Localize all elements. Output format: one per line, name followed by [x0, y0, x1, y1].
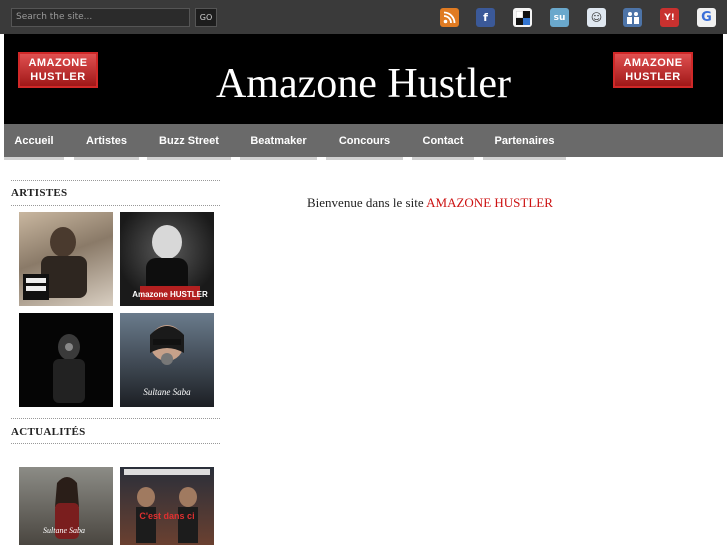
- nav-item-buzz-street[interactable]: Buzz Street: [147, 124, 231, 160]
- site-logo-right: AMAZONE HUSTLER: [613, 52, 693, 88]
- actualites-heading: ACTUALITÉS: [11, 426, 86, 438]
- site-header: AMAZONE HUSTLER Amazone Hustler AMAZONE HU…: [4, 34, 723, 124]
- nav-item-partenaires[interactable]: Partenaires: [483, 124, 566, 160]
- nav-item-concours[interactable]: Concours: [326, 124, 403, 160]
- artist-thumbnail[interactable]: Sultane Saba: [120, 313, 214, 407]
- divider: [11, 418, 220, 419]
- top-bar: Search the site... GO f su ☺ Y! G: [0, 0, 727, 34]
- thumbnail-logo-text: Amazone HUSTLER: [132, 290, 208, 299]
- welcome-message: Bienvenue dans le site AMAZONE HUSTLER: [307, 195, 553, 210]
- thumbnail-caption-text: Sultane Saba: [43, 526, 85, 535]
- nav-item-contact[interactable]: Contact: [412, 124, 474, 160]
- search-go-button[interactable]: GO: [195, 8, 217, 27]
- yahoo-icon[interactable]: Y!: [660, 8, 679, 27]
- facebook-icon[interactable]: f: [476, 8, 495, 27]
- news-thumbnail[interactable]: Sultane Saba: [19, 467, 113, 545]
- reddit-icon[interactable]: ☺: [587, 8, 606, 27]
- rss-icon[interactable]: [440, 8, 459, 27]
- google-icon[interactable]: G: [697, 8, 716, 27]
- artist-thumbnail[interactable]: Amazone HUSTLER: [120, 212, 214, 306]
- myspace-icon[interactable]: [623, 8, 642, 27]
- nav-item-accueil[interactable]: Accueil: [4, 124, 64, 160]
- stumbleupon-icon[interactable]: su: [550, 8, 569, 27]
- divider: [11, 443, 220, 444]
- search-input[interactable]: Search the site...: [11, 8, 190, 27]
- nav-item-artistes[interactable]: Artistes: [74, 124, 139, 160]
- artist-thumbnail[interactable]: [19, 313, 113, 407]
- nav-item-beatmaker[interactable]: Beatmaker: [240, 124, 317, 160]
- divider: [11, 205, 220, 206]
- divider: [11, 180, 220, 181]
- artistes-heading: ARTISTES: [11, 187, 68, 199]
- thumbnail-caption-text: Sultane Saba: [143, 387, 191, 397]
- delicious-icon[interactable]: [513, 8, 532, 27]
- news-thumbnail[interactable]: C'est dans ci: [120, 467, 214, 545]
- artist-thumbnail[interactable]: [19, 212, 113, 306]
- site-name-highlight: AMAZONE HUSTLER: [426, 195, 553, 210]
- thumbnail-caption-text: C'est dans ci: [139, 511, 194, 521]
- main-nav: Accueil Artistes Buzz Street Beatmaker C…: [4, 124, 723, 160]
